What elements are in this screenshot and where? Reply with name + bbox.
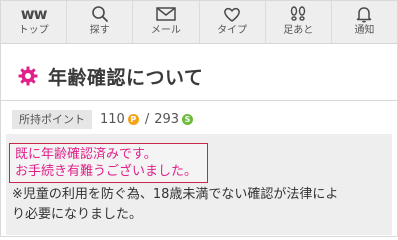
notice-panel: 既に年齢確認済みです。 お手続き有難うございました。 ※児童の利用を防ぐ為、18… bbox=[6, 134, 392, 235]
nav-label-footprints: 足あと bbox=[283, 25, 314, 36]
points-separator: / bbox=[144, 111, 150, 127]
alert-line-2: お手続き有難うございました。 bbox=[15, 164, 198, 179]
nav-label-type: タイプ bbox=[217, 25, 248, 36]
nav-item-type[interactable]: タイプ bbox=[200, 1, 266, 43]
page-heading: 年齢確認について bbox=[1, 54, 397, 98]
points-row: 所持ポイント 110 P / 293 S bbox=[12, 109, 194, 129]
nav-item-footprints[interactable]: 足あと bbox=[266, 1, 332, 43]
page-title: 年齢確認について bbox=[48, 66, 204, 89]
nav-item-mail[interactable]: メール bbox=[133, 1, 200, 43]
nav-label-mail: メール bbox=[150, 25, 181, 36]
footprints-icon bbox=[287, 5, 309, 23]
search-icon bbox=[89, 5, 111, 23]
verified-alert: 既に年齢確認済みです。 お手続き有難うございました。 bbox=[9, 143, 208, 183]
nav-item-top[interactable]: ww トップ bbox=[1, 1, 68, 43]
point-coin-icon: P bbox=[127, 113, 139, 125]
nav-item-search[interactable]: 探す bbox=[67, 1, 134, 43]
top-navigation: ww トップ 探す メール タイプ 足あと 通知 bbox=[1, 1, 397, 44]
sub-point-value: 293 bbox=[154, 111, 180, 127]
points-label: 所持ポイント bbox=[12, 109, 92, 129]
ww-logo-icon: ww bbox=[20, 5, 48, 23]
nav-label-notifications: 通知 bbox=[354, 25, 375, 36]
bell-icon bbox=[353, 5, 375, 23]
mail-icon bbox=[155, 5, 177, 23]
nav-label-search: 探す bbox=[89, 25, 110, 36]
heart-icon bbox=[221, 5, 243, 23]
nav-item-notifications[interactable]: 通知 bbox=[332, 1, 397, 43]
description-line-2: り必要になりました。 bbox=[12, 207, 143, 222]
point-value: 110 bbox=[100, 111, 125, 127]
nav-label-top: トップ bbox=[18, 25, 49, 36]
description-line-1: ※児童の利用を防ぐ為、18歳未満でない確認が法律によ bbox=[12, 187, 339, 202]
heading-divider bbox=[1, 100, 397, 101]
sub-point-coin-icon: S bbox=[182, 113, 194, 125]
alert-line-1: 既に年齢確認済みです。 bbox=[15, 147, 157, 162]
gear-icon bbox=[18, 66, 38, 86]
